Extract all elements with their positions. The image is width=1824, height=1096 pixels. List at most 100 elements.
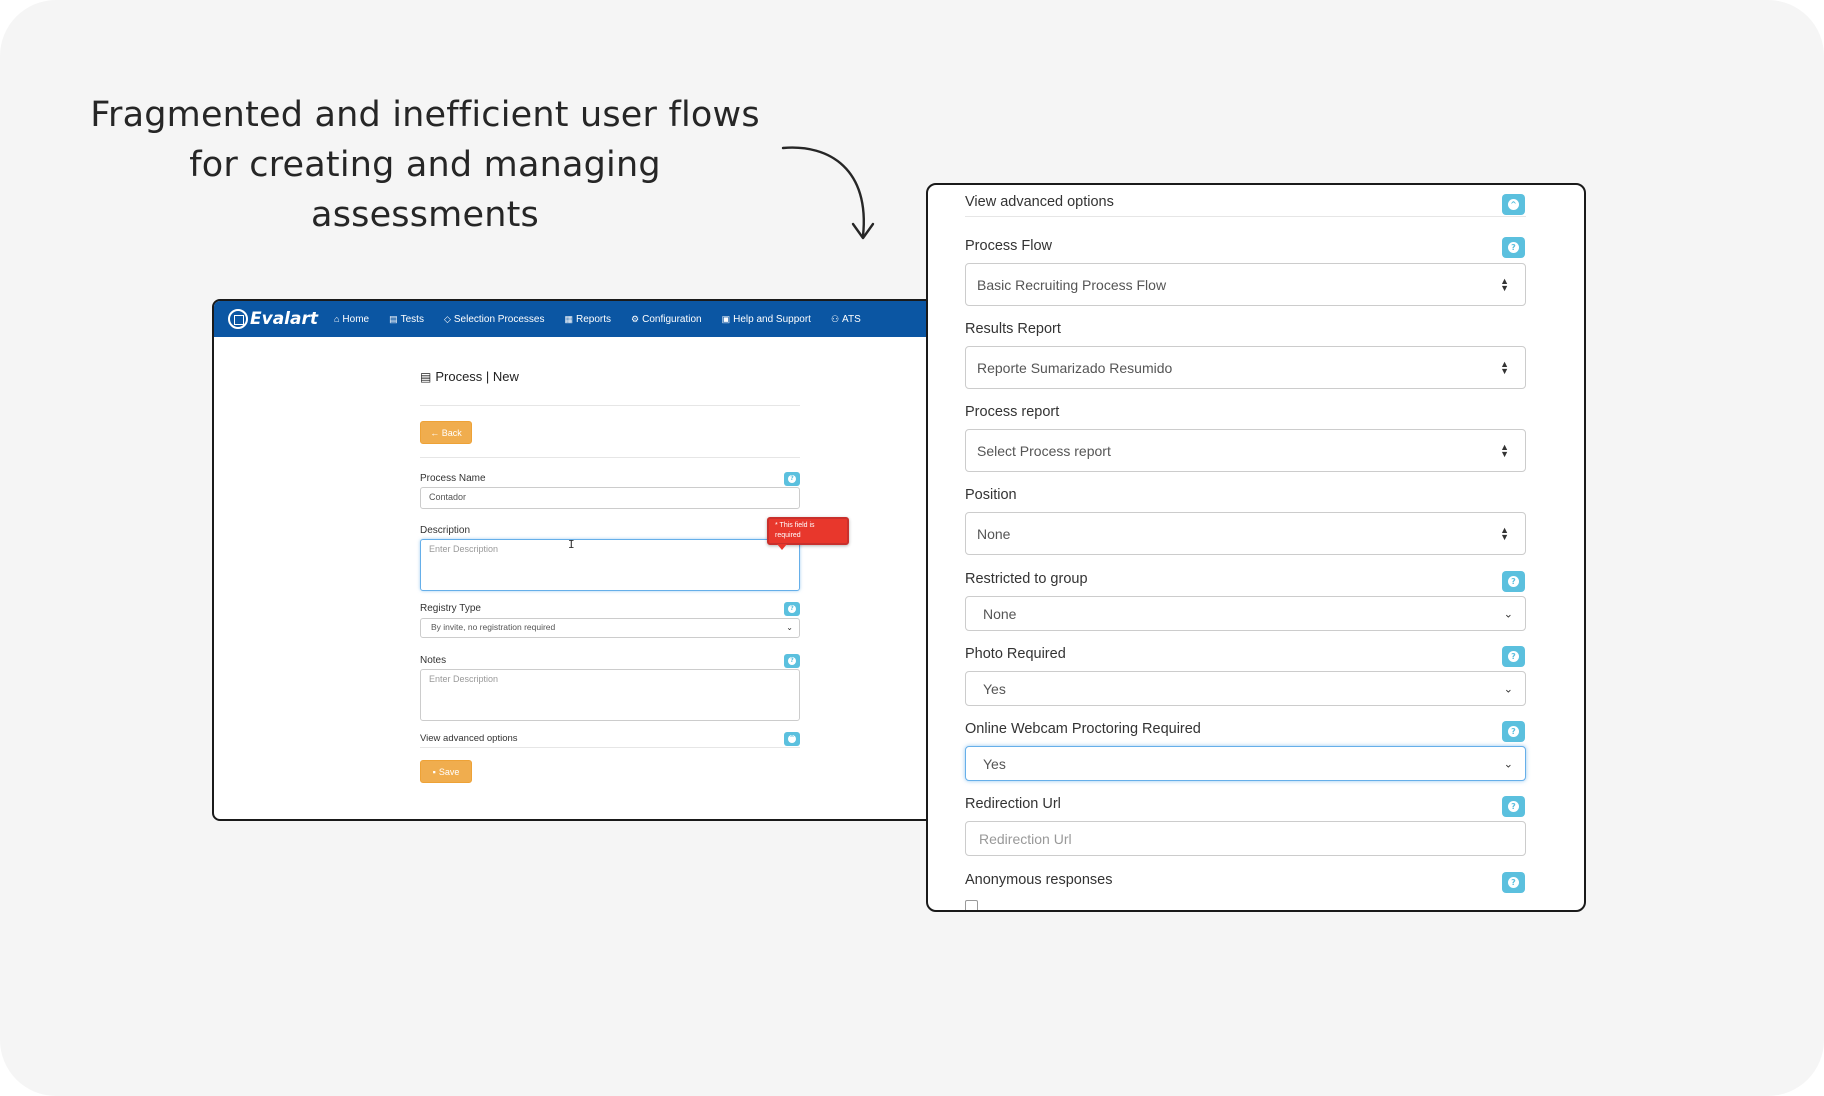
reports-icon: ▦ (564, 313, 574, 324)
question-icon: ? (788, 605, 796, 613)
nav-selection-processes[interactable]: ◇ Selection Processes (444, 314, 545, 325)
curved-arrow-icon (781, 146, 875, 240)
question-icon: ? (788, 657, 796, 665)
text-cursor-icon: I (568, 538, 575, 551)
process-flow-value: Basic Recruiting Process Flow (977, 276, 1167, 293)
results-report-label: Results Report (965, 321, 1061, 337)
top-navbar: Evalart ⌂ Home ▤ Tests ◇ Selection Processe… (214, 301, 950, 337)
restricted-group-label: Restricted to group (965, 571, 1088, 587)
briefcase-icon: ▣ (721, 313, 731, 324)
process-new-window: Evalart ⌂ Home ▤ Tests ◇ Selection Processe… (212, 299, 952, 821)
position-label: Position (965, 487, 1017, 503)
home-icon: ⌂ (333, 314, 340, 324)
nav-label: ATS (842, 313, 861, 325)
expand-icon[interactable]: ^ (784, 732, 800, 746)
collapse-dot-icon: ^ (1508, 199, 1519, 210)
process-name-label: Process Name (420, 473, 486, 484)
results-report-select[interactable]: Reporte Sumarizado Resumido ▲ ▼ (965, 346, 1526, 389)
question-icon: ? (788, 475, 796, 483)
nav-configuration[interactable]: ⚙ Configuration (631, 314, 702, 325)
question-icon: ? (1508, 651, 1519, 662)
nav-label: Selection Processes (453, 313, 545, 325)
webcam-proctoring-value: Yes (983, 755, 1006, 772)
anonymous-responses-checkbox[interactable] (965, 900, 978, 910)
nav-label: Help and Support (733, 313, 811, 325)
help-icon[interactable]: ? (784, 654, 800, 668)
required-field-tooltip: * This field is required (767, 517, 849, 550)
nav-label: Home (342, 313, 370, 325)
nav-home[interactable]: ⌂ Home (334, 314, 369, 325)
evalart-logo[interactable]: Evalart (228, 309, 318, 329)
diamond-icon: ◇ (443, 313, 451, 324)
document-icon: ▤ (420, 369, 432, 384)
results-report-value: Reporte Sumarizado Resumido (977, 359, 1173, 376)
nav-label: Configuration (642, 313, 702, 325)
divider (420, 747, 800, 748)
tests-icon: ▤ (389, 313, 398, 324)
page-title-text: Process | New (435, 369, 519, 384)
chevron-down-icon: ⌄ (1503, 608, 1513, 620)
help-icon[interactable]: ? (1502, 721, 1525, 742)
ats-icon: ⚇ (830, 313, 840, 324)
help-icon[interactable]: ? (1502, 571, 1525, 592)
nav-help-and-support[interactable]: ▣ Help and Support (722, 314, 811, 325)
restricted-group-select[interactable]: None ⌄ (965, 596, 1526, 631)
question-icon: ? (1508, 576, 1519, 587)
process-name-input[interactable]: Contador (420, 487, 800, 509)
notes-textarea[interactable]: Enter Description (420, 669, 800, 721)
help-icon[interactable]: ? (1502, 646, 1525, 667)
nav-tests[interactable]: ▤ Tests (389, 314, 424, 325)
anonymous-responses-label: Anonymous responses (965, 872, 1113, 888)
advanced-options-window: View advanced options ^ Process Flow ? B… (926, 183, 1586, 912)
description-textarea[interactable]: Enter Description (420, 539, 800, 591)
nav-ats[interactable]: ⚇ ATS (831, 314, 861, 325)
notes-label: Notes (420, 655, 447, 666)
position-value: None (977, 525, 1011, 542)
expand-dot-icon: ^ (788, 735, 796, 743)
nav-label: Reports (576, 313, 612, 325)
webcam-proctoring-label: Online Webcam Proctoring Required (965, 721, 1201, 737)
collapse-icon[interactable]: ^ (1502, 194, 1525, 215)
divider (420, 405, 800, 406)
nav-reports[interactable]: ▦ Reports (565, 314, 612, 325)
advanced-options-label: View advanced options (965, 194, 1114, 210)
divider (965, 216, 1526, 217)
question-icon: ? (1508, 726, 1519, 737)
slide-canvas: Fragmented and inefficient user flows fo… (0, 0, 1824, 1096)
question-icon: ? (1508, 877, 1519, 888)
redirection-url-input[interactable]: Redirection Url (965, 821, 1526, 856)
description-label: Description (420, 525, 471, 536)
webcam-proctoring-select[interactable]: Yes ⌄ (965, 746, 1526, 781)
gear-icon: ⚙ (631, 313, 640, 324)
logo-mark-icon (228, 309, 248, 329)
process-report-label: Process report (965, 404, 1060, 420)
process-report-select[interactable]: Select Process report ▲ ▼ (965, 429, 1526, 472)
question-icon: ? (1508, 801, 1519, 812)
registry-type-select[interactable]: By invite, no registration required ⌄ (420, 618, 800, 638)
help-icon[interactable]: ? (1502, 237, 1525, 258)
advanced-options-label: View advanced options (420, 733, 518, 744)
chevron-down-icon: ⌄ (1503, 683, 1513, 695)
updown-arrows-icon: ▲ ▼ (1500, 524, 1509, 542)
help-icon[interactable]: ? (1502, 796, 1525, 817)
headline: Fragmented and inefficient user flows fo… (90, 95, 760, 235)
updown-arrows-icon: ▲ ▼ (1500, 358, 1509, 376)
photo-required-select[interactable]: Yes ⌄ (965, 671, 1526, 706)
save-icon: ▪ (432, 766, 436, 777)
help-icon[interactable]: ? (1502, 872, 1525, 893)
redirection-url-label: Redirection Url (965, 796, 1061, 812)
help-icon[interactable]: ? (784, 472, 800, 486)
photo-required-value: Yes (983, 680, 1006, 697)
process-flow-label: Process Flow (965, 238, 1053, 254)
registry-type-label: Registry Type (420, 603, 481, 614)
registry-type-value: By invite, no registration required (431, 622, 556, 632)
help-icon[interactable]: ? (784, 602, 800, 616)
save-button[interactable]: ▪ Save (420, 760, 472, 783)
position-select[interactable]: None ▲ ▼ (965, 512, 1526, 555)
back-button[interactable]: ← Back (420, 421, 472, 444)
restricted-group-value: None (983, 605, 1017, 622)
process-flow-select[interactable]: Basic Recruiting Process Flow ▲ ▼ (965, 263, 1526, 306)
chevron-down-icon: ⌄ (786, 623, 793, 632)
brand-name: Evalart (250, 309, 318, 329)
chevron-down-icon: ⌄ (1503, 758, 1513, 770)
